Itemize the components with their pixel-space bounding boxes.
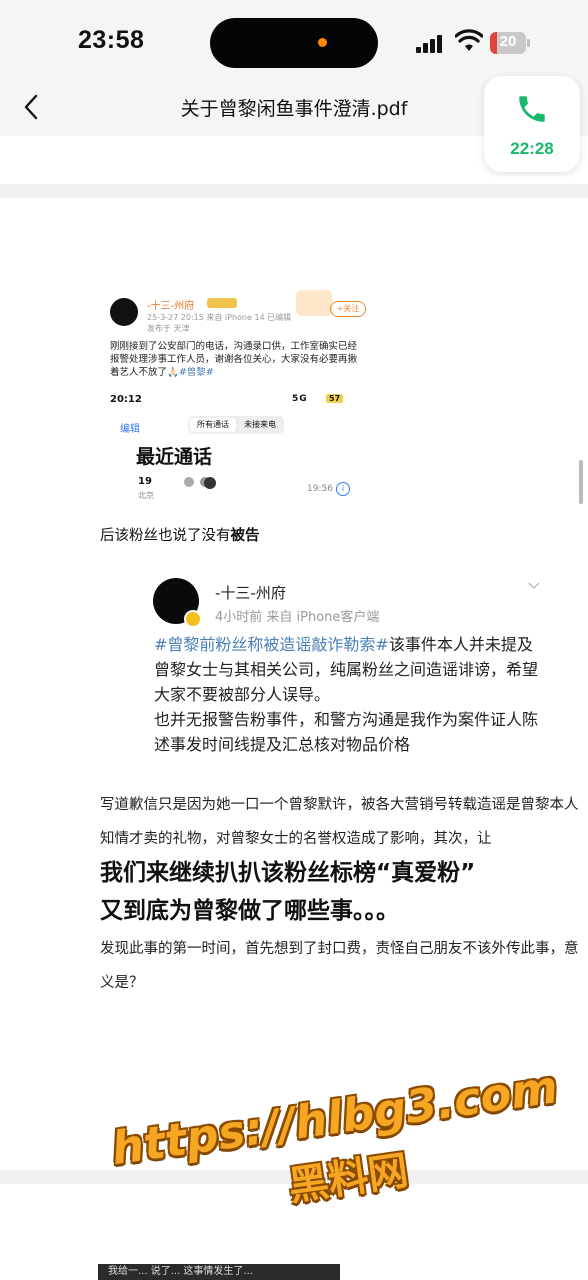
post-text: 刚刚接到了公安部门的电话，沟通录口供，工作室确实已经报警处理涉事工作人员，谢谢各… [110,340,362,379]
cellular-signal-icon [416,33,446,53]
call-duration: 22:28 [510,139,554,158]
post-line-2: 也并无报警告粉事件，和警方沟通是我作为案件证人陈述事发时间线提及汇总核对物品价格 [154,710,539,754]
redaction-mark [184,477,194,487]
battery-icon: 20 [490,32,526,54]
next-page-screenshot: 我给一... 说了... 这事情发生了... [98,1264,340,1280]
phone-icon [519,96,545,122]
post-text: #曾黎前粉丝称被造谣敲诈勒索#该事件本人并未提及曾黎女士与其相关公司，纯属粉丝之… [154,632,540,757]
paragraph-text: 发现此事的第一时间，首先想到了封口费，责怪自己朋友不该外传此事，意义是？ [100,941,579,991]
caller-location: 北京 [138,491,154,500]
call-time: 19:56 [307,484,333,494]
avatar [110,298,138,326]
weibo-username: -十三-州府 [147,301,195,312]
caption-1: 后该粉丝也说了没有被告 [100,524,260,545]
body-paragraph: 发现此事的第一时间，首先想到了封口费，责怪自己朋友不该外传此事，意义是？ [100,932,580,1000]
call-filter-segmented: 所有通话 未接来电 [188,416,284,434]
post-meta: 25-3-27 20:15 来自 iPhone 14 已编辑 [147,313,292,322]
cartoon-sticker-icon [296,290,332,316]
phone-network: 5G [292,394,308,404]
recent-calls-title: 最近通话 [136,446,213,468]
tab-missed-calls: 未接来电 [244,420,276,429]
pdf-page: -十三-州府 25-3-27 20:15 来自 iPhone 14 已编辑 发布… [0,198,588,1170]
weibo-screenshot-2: -十三-州府 4小时前 来自 iPhone客户端 #曾黎前粉丝称被造谣敲诈勒索#… [140,560,560,756]
post-tag: #曾黎前粉丝称被造谣敲诈勒索# [154,635,389,654]
phone-status-time: 20:12 [110,394,142,405]
headline-line-2: 又到底为曾黎做了哪些事。。。 [100,898,399,924]
weibo-screenshot-1: -十三-州府 25-3-27 20:15 来自 iPhone 14 已编辑 发布… [100,290,368,510]
headline: 我们来继续扒扒该粉丝标榜“真爱粉” 又到底为曾黎做了哪些事。。。 [100,854,580,930]
weibo-username: -十三-州府 [215,584,286,602]
verified-badge-icon [184,610,202,628]
caller-number: 19 [138,476,152,487]
follow-button: +关注 [330,301,366,317]
paragraph-text: 写道歉信只是因为她一口一个曾黎默许，被各大营销号转载造谣是曾黎本人知情才卖的礼物… [100,797,579,847]
phone-battery: 57 [326,394,344,403]
ongoing-call-pill[interactable]: 22:28 [484,76,580,172]
battery-level: 20 [499,33,517,50]
watermark-name: 黑料网 [285,1147,412,1210]
post-location: 发布于 天津 [147,324,190,333]
status-bar: 23:58 20 [0,0,588,88]
edit-label: 编辑 [120,424,140,435]
tab-all-calls: 所有通话 [190,418,236,432]
wifi-icon [455,29,483,51]
post-tag: #曾黎# [178,367,214,378]
post-meta: 4小时前 来自 iPhone客户端 [215,610,380,625]
battery-cap [527,39,530,47]
status-time: 23:58 [78,26,145,54]
redaction-mark [204,477,216,489]
recording-indicator [318,38,327,47]
info-icon: i [336,482,350,496]
scrollbar[interactable] [579,460,583,504]
dynamic-island [210,18,378,68]
caption-bold: 被告 [230,527,260,544]
headline-line-1: 我们来继续扒扒该粉丝标榜“真爱粉” [100,860,476,886]
caption-text: 后该粉丝也说了没有 [100,528,231,544]
post-body: 刚刚接到了公安部门的电话，沟通录口供，工作室确实已经报警处理涉事工作人员，谢谢各… [110,341,358,378]
crown-badge-icon [207,298,237,308]
body-paragraph: 写道歉信只是因为她一口一个曾黎默许，被各大营销号转载造谣是曾黎本人知情才卖的礼物… [100,788,580,856]
chevron-down-icon [528,582,540,589]
